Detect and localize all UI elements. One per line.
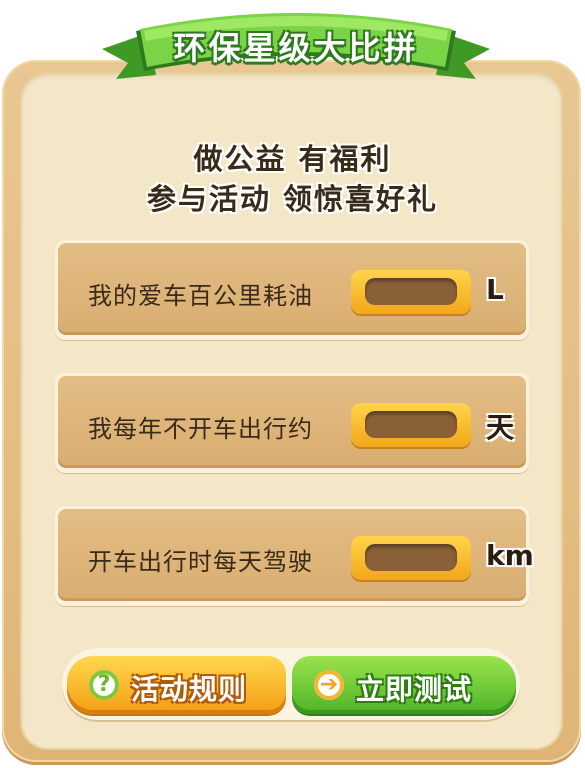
car-free-days-label: 我每年不开车出行约 [88, 415, 313, 443]
car-free-days-row: 我每年不开车出行约 天 [55, 373, 529, 473]
slogan-line-1: 做公益 有福利 [193, 142, 392, 176]
fuel-unit-label: L [486, 273, 504, 306]
daily-distance-value[interactable] [365, 544, 457, 571]
car-free-days-input[interactable] [351, 403, 471, 447]
daily-distance-row: 开车出行时每天驾驶 km [55, 506, 534, 606]
page-title: 环保星级大比拼 [173, 29, 419, 67]
fuel-consumption-row: 我的爱车百公里耗油 L [55, 240, 529, 340]
days-unit-label: 天 [486, 411, 515, 444]
arrow-right-icon: ➔ [314, 670, 344, 700]
rules-button-label: 活动规则 [131, 673, 248, 706]
question-icon: ? [89, 670, 119, 700]
start-test-button-label: 立即测试 [356, 673, 473, 706]
daily-distance-label: 开车出行时每天驾驶 [88, 548, 313, 576]
fuel-consumption-value[interactable] [365, 278, 457, 305]
car-free-days-value[interactable] [365, 411, 457, 438]
fuel-consumption-input[interactable] [351, 270, 471, 314]
rules-button[interactable]: ? 活动规则 [67, 656, 286, 714]
start-test-button[interactable]: ➔ 立即测试 [292, 656, 516, 714]
km-unit-label: km [486, 539, 534, 572]
daily-distance-input[interactable] [351, 536, 471, 580]
fuel-consumption-label: 我的爱车百公里耗油 [88, 282, 313, 310]
title-ribbon: 环保星级大比拼 [96, 5, 496, 83]
slogan-line-2: 参与活动 领惊喜好礼 [146, 182, 439, 216]
